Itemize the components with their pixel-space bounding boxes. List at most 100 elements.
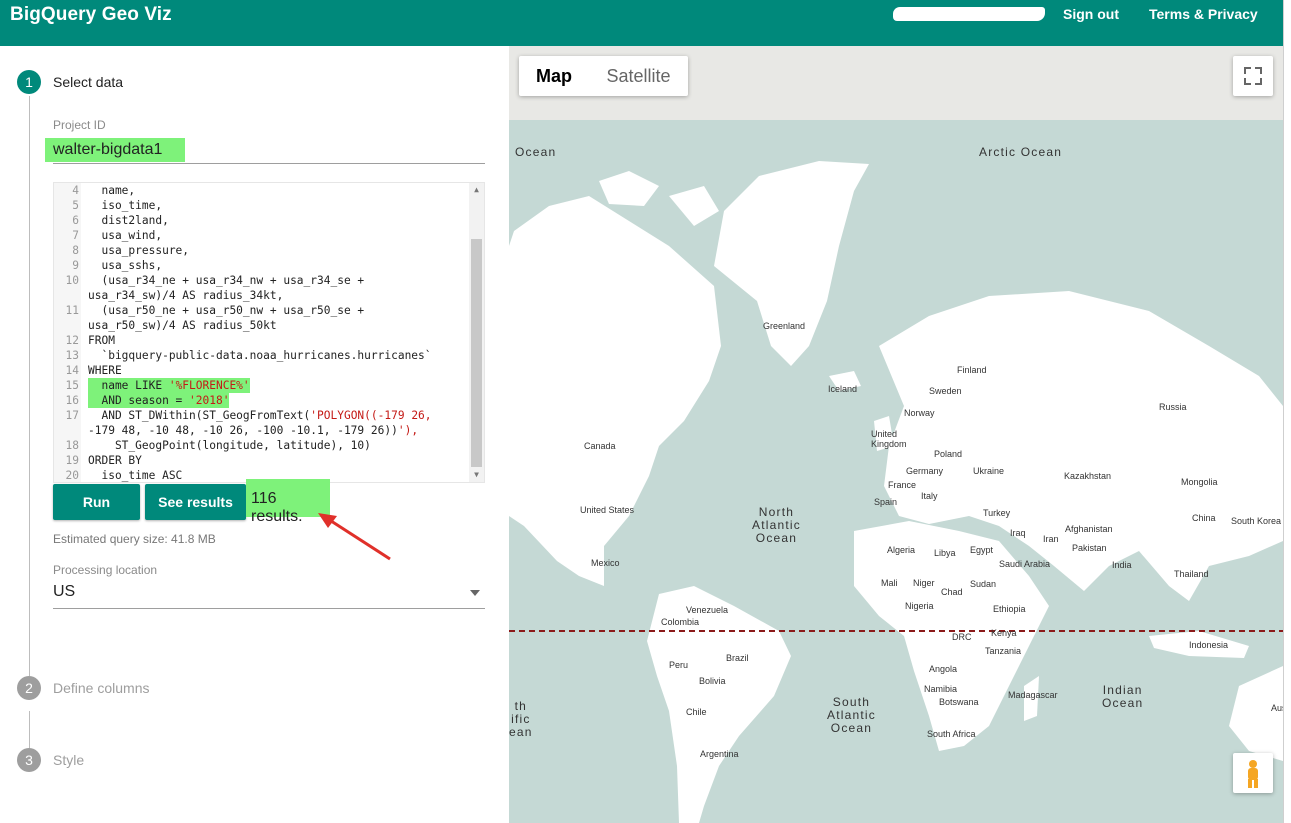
country-label: Colombia (661, 617, 700, 627)
country-label: Thailand (1174, 569, 1209, 579)
country-label: Poland (934, 449, 963, 459)
step-2-circle: 2 (17, 676, 41, 700)
arrow-shaft (327, 517, 391, 561)
code-line: usa_r50_sw)/4 AS radius_50kt (54, 318, 277, 333)
country-label: Afghanistan (1065, 524, 1113, 534)
country-label: Algeria (887, 545, 916, 555)
processing-location-select[interactable]: US (53, 583, 75, 601)
country-label: Mexico (591, 558, 620, 568)
country-label: Kenya (991, 628, 1017, 638)
country-label: Norway (904, 408, 935, 418)
code-text: usa_wind, (88, 229, 163, 242)
country-label: Niger (913, 578, 935, 588)
project-id-input[interactable]: walter-bigdata1 (45, 138, 185, 162)
country-label: Greenland (763, 321, 806, 331)
step-style[interactable]: Style (53, 752, 84, 768)
dropdown-arrow-icon[interactable] (470, 590, 480, 596)
step-3-circle: 3 (17, 748, 41, 772)
street-view-pegman-button[interactable] (1233, 753, 1273, 793)
line-number: 20 (65, 469, 79, 482)
country-label: Bolivia (699, 676, 726, 686)
country-label: Sweden (929, 386, 962, 396)
editor-scrollbar[interactable]: ▲ ▼ (469, 183, 484, 482)
country-label: Botswana (939, 697, 979, 707)
code-text: -179 48, -10 48, -10 26, -100 -10.1, -17… (88, 424, 419, 437)
ocean-label: Indian Ocean (1102, 683, 1144, 710)
code-text: iso_time, (88, 199, 163, 212)
country-label: Italy (921, 491, 938, 501)
country-label: Sudan (970, 579, 997, 589)
line-number: 6 (72, 214, 79, 227)
country-label: South Africa (927, 729, 976, 739)
code-text: (usa_r50_ne + usa_r50_nw + usa_r50_se + (88, 304, 365, 317)
country-label: Peru (669, 660, 689, 670)
line-number: 8 (72, 244, 79, 257)
code-line: 6 dist2land, (54, 213, 169, 228)
line-number: 4 (72, 184, 79, 197)
code-line: 19 ORDER BY (54, 453, 142, 468)
fullscreen-button[interactable] (1233, 56, 1273, 96)
code-line: 20 iso_time ASC (54, 468, 183, 482)
location-underline (53, 608, 485, 609)
line-number: 5 (72, 199, 79, 212)
step-define-columns[interactable]: Define columns (53, 680, 150, 696)
country-label: United Kingdom (871, 429, 907, 449)
country-label: Tanzania (985, 646, 1022, 656)
country-label: Canada (584, 441, 616, 451)
country-label: Iceland (828, 384, 858, 394)
code-line: 11 (usa_r50_ne + usa_r50_nw + usa_r50_se… (54, 303, 365, 318)
country-label: Finland (957, 365, 987, 375)
line-number: 17 (65, 409, 79, 422)
line-number: 7 (72, 229, 79, 242)
country-label: United States (580, 505, 635, 515)
country-label: Egypt (970, 545, 994, 555)
country-label: Chile (686, 707, 707, 717)
code-text: iso_time ASC (88, 469, 183, 482)
code-text: name, (88, 184, 136, 197)
country-label: Argentina (700, 749, 739, 759)
code-line: usa_r34_sw)/4 AS radius_34kt, (54, 288, 283, 303)
code-line: -179 48, -10 48, -10 26, -100 -10.1, -17… (54, 423, 418, 438)
terms-privacy-link[interactable]: Terms & Privacy (1149, 6, 1258, 22)
code-line: 7 usa_wind, (54, 228, 162, 243)
see-results-button[interactable]: See results (145, 484, 246, 520)
line-number: 15 (65, 379, 79, 392)
run-button[interactable]: Run (53, 484, 140, 520)
map-type-map-button[interactable]: Map (519, 56, 589, 96)
country-label: Ukraine (973, 466, 1005, 476)
country-label: Germany (906, 466, 944, 476)
step-select-data[interactable]: Select data (53, 74, 123, 90)
code-text: usa_sshs, (88, 259, 163, 272)
map-type-satellite-button[interactable]: Satellite (589, 56, 688, 96)
country-label: Turkey (983, 508, 1011, 518)
sql-editor[interactable]: 4 name, 5 iso_time, 6 dist2land, 7 usa_wind… (53, 182, 485, 483)
code-text: usa_r50_sw)/4 AS radius_50kt (88, 319, 277, 332)
country-label: Libya (934, 548, 956, 558)
code-text: ORDER BY (88, 454, 142, 467)
country-label: Brazil (726, 653, 749, 663)
sign-out-link[interactable]: Sign out (1063, 6, 1119, 22)
country-label: Chad (941, 587, 963, 597)
code-text: `bigquery-public-data.noaa_hurricanes.hu… (88, 349, 432, 362)
scroll-up-icon[interactable]: ▲ (472, 185, 481, 194)
map-view[interactable]: Ocean Arctic Ocean North Atlantic Ocean Sou… (509, 46, 1283, 823)
pegman-icon (1248, 760, 1258, 788)
country-label: Namibia (924, 684, 958, 694)
country-label: China (1192, 513, 1216, 523)
fullscreen-icon (1244, 67, 1262, 85)
code-line: 14 WHERE (54, 363, 122, 378)
scroll-down-icon[interactable]: ▼ (472, 470, 481, 479)
ocean-label: South Atlantic Ocean (827, 695, 876, 735)
code-line: 8 usa_pressure, (54, 243, 189, 258)
query-panel: 1 Select data Project ID walter-bigdata1… (0, 46, 509, 823)
scroll-thumb[interactable] (471, 239, 482, 467)
country-label: Saudi Arabia (999, 559, 1051, 569)
country-label: Iran (1043, 534, 1059, 544)
country-label: Spain (874, 497, 898, 507)
project-id-label: Project ID (53, 118, 106, 132)
project-id-underline (53, 163, 485, 164)
step-1-circle: 1 (17, 70, 41, 94)
arrow-head (318, 513, 337, 528)
country-label: Venezuela (686, 605, 729, 615)
ocean-label: North Atlantic Ocean (752, 505, 801, 545)
